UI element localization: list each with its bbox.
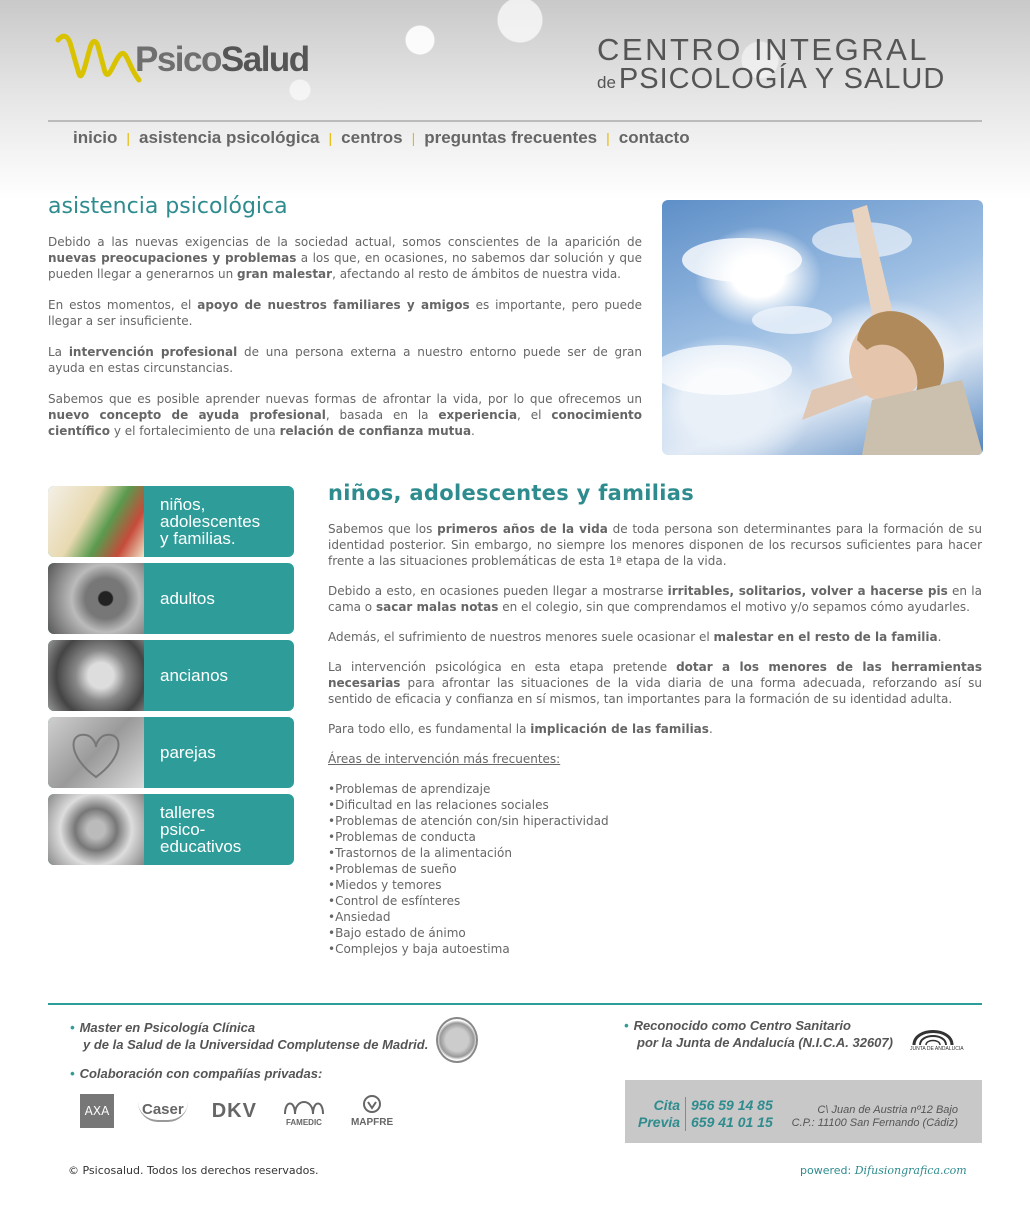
intro-text: Debido a las nuevas exigencias de la soc… <box>48 234 642 454</box>
famedic-logo[interactable]: FAMEDIC <box>281 1096 327 1127</box>
page-title: asistencia psicológica <box>48 194 288 219</box>
nav-item-centros[interactable]: centros <box>341 128 402 148</box>
tagline-line2: de PSICOLOGÍA Y SALUD <box>597 65 945 94</box>
menu-item-ancianos[interactable]: ancianos <box>48 640 294 711</box>
powered-by: powered: Difusiongrafica.com <box>800 1164 967 1177</box>
footer-divider <box>48 1003 982 1005</box>
logo-text: PsicoSalud <box>135 40 310 80</box>
list-item: Trastornos de la alimentación <box>328 845 982 861</box>
category-menu: niños, adolescentes y familias. adultos … <box>48 486 294 871</box>
junta-label: JUNTA DE ANDALUCIA <box>910 1046 964 1052</box>
menu-thumb-talleres <box>48 794 144 865</box>
powered-by-link[interactable]: Difusiongrafica.com <box>855 1164 967 1177</box>
sanitary-credential: • Reconocido como Centro Sanitario por la… <box>624 1017 893 1051</box>
tagline-line1: CENTRO INTEGRAL <box>597 32 930 67</box>
nav-separator: | <box>411 130 416 146</box>
list-item: Problemas de sueño <box>328 861 982 877</box>
reconocido-line2: por la Junta de Andalucía (N.I.C.A. 3260… <box>637 1035 893 1050</box>
dkv-logo[interactable]: DKV <box>212 1100 257 1123</box>
phone-numbers: 956 59 14 85 659 41 01 15 <box>685 1097 773 1131</box>
areas-list: Problemas de aprendizaje Dificultad en l… <box>328 781 982 957</box>
master-line1: Master en Psicología Clínica <box>79 1020 256 1035</box>
university-seal-icon <box>436 1017 478 1063</box>
tagline-line2-text: PSICOLOGÍA Y SALUD <box>618 63 946 95</box>
section-title: niños, adolescentes y familias <box>328 481 695 505</box>
menu-thumb-ninos <box>48 486 144 557</box>
axa-logo[interactable]: AXA <box>80 1094 114 1128</box>
nav-item-inicio[interactable]: inicio <box>73 128 117 148</box>
menu-item-ninos[interactable]: niños, adolescentes y familias. <box>48 486 294 557</box>
section-paragraph-2: Debido a esto, en ocasiones pueden llega… <box>328 584 982 614</box>
list-item: Ansiedad <box>328 909 982 925</box>
section-body: Sabemos que los primeros años de la vida… <box>328 521 982 957</box>
bullet-dot: • <box>70 1066 75 1081</box>
intro-paragraph-2: En estos momentos, el apoyo de nuestros … <box>48 298 642 328</box>
main-nav: inicio | asistencia psicológica | centro… <box>73 128 690 148</box>
menu-thumb-adultos <box>48 563 144 634</box>
famedic-icon <box>283 1100 324 1114</box>
nav-item-preguntas[interactable]: preguntas frecuentes <box>424 128 597 148</box>
address: C\ Juan de Austria nº12 Bajo C.P.: 11100… <box>791 1104 958 1129</box>
menu-label: ancianos <box>160 666 229 685</box>
woman-sky-photo <box>662 205 983 455</box>
list-item: Problemas de conducta <box>328 829 982 845</box>
menu-item-parejas[interactable]: parejas <box>48 717 294 788</box>
section-paragraph-1: Sabemos que los primeros años de la vida… <box>328 522 982 568</box>
hero-image <box>662 200 983 455</box>
list-item: Problemas de aprendizaje <box>328 781 982 797</box>
areas-title: Áreas de intervención más frecuentes: <box>328 752 561 766</box>
section-paragraph-4: La intervención psicológica en esta etap… <box>328 660 982 706</box>
collab-title: • Colaboración con compañías privadas: <box>70 1066 323 1081</box>
copyright: © Psicosalud. Todos los derechos reserva… <box>68 1164 319 1177</box>
nav-item-contacto[interactable]: contacto <box>619 128 690 148</box>
nav-separator: | <box>126 130 131 146</box>
list-item: Complejos y baja autoestima <box>328 941 982 957</box>
intro-paragraph-4: Sabemos que es posible aprender nuevas f… <box>48 392 642 438</box>
nav-divider <box>48 120 982 122</box>
nav-item-asistencia[interactable]: asistencia psicológica <box>139 128 319 148</box>
menu-item-adultos[interactable]: adultos <box>48 563 294 634</box>
appointment-label: Cita Previa <box>638 1097 681 1130</box>
logo-text-psico: Psico <box>135 40 222 79</box>
list-item: Control de esfínteres <box>328 893 982 909</box>
bullet-dot: • <box>624 1018 629 1033</box>
list-item: Bajo estado de ánimo <box>328 925 982 941</box>
nav-separator: | <box>606 130 610 146</box>
menu-thumb-parejas <box>48 717 144 788</box>
menu-label: talleres psico- educativos <box>160 803 242 856</box>
master-credential: • Master en Psicología Clínica y de la Sa… <box>70 1019 428 1053</box>
mapfre-logo[interactable]: MAPFRE <box>351 1094 393 1128</box>
logo-wave-icon <box>55 33 142 83</box>
list-item: Problemas de atención con/sin hiperactiv… <box>328 813 982 829</box>
menu-label: adultos <box>160 589 215 608</box>
partner-logos: AXA Caser DKV FAMEDIC MAPFRE <box>80 1094 417 1128</box>
list-item: Dificultad en las relaciones sociales <box>328 797 982 813</box>
mapfre-icon <box>363 1095 382 1113</box>
menu-item-talleres[interactable]: talleres psico- educativos <box>48 794 294 865</box>
section-paragraph-3: Además, el sufrimiento de nuestros menor… <box>328 630 942 644</box>
menu-thumb-ancianos <box>48 640 144 711</box>
list-item: Miedos y temores <box>328 877 982 893</box>
menu-label: parejas <box>160 743 216 762</box>
bullet-dot: • <box>70 1020 75 1035</box>
reconocido-line1: Reconocido como Centro Sanitario <box>633 1018 851 1033</box>
phone-2[interactable]: 659 41 01 15 <box>691 1114 773 1131</box>
intro-paragraph-3: La intervención profesional de una perso… <box>48 345 643 375</box>
menu-label: niños, adolescentes y familias. <box>160 495 261 548</box>
psicosalud-logo[interactable]: PsicoSalud <box>55 28 310 84</box>
section-paragraph-5: Para todo ello, es fundamental la implic… <box>328 722 713 736</box>
intro-paragraph-1: Debido a las nuevas exigencias de la soc… <box>48 235 642 281</box>
tagline-de: de <box>597 73 616 92</box>
header-tagline: CENTRO INTEGRAL de PSICOLOGÍA Y SALUD <box>597 34 945 94</box>
nav-separator: | <box>328 130 333 146</box>
master-line2: y de la Salud de la Universidad Complute… <box>83 1037 429 1052</box>
caser-logo[interactable]: Caser <box>138 1101 188 1122</box>
logo-text-salud: Salud <box>220 40 310 79</box>
phone-1[interactable]: 956 59 14 85 <box>691 1097 773 1114</box>
